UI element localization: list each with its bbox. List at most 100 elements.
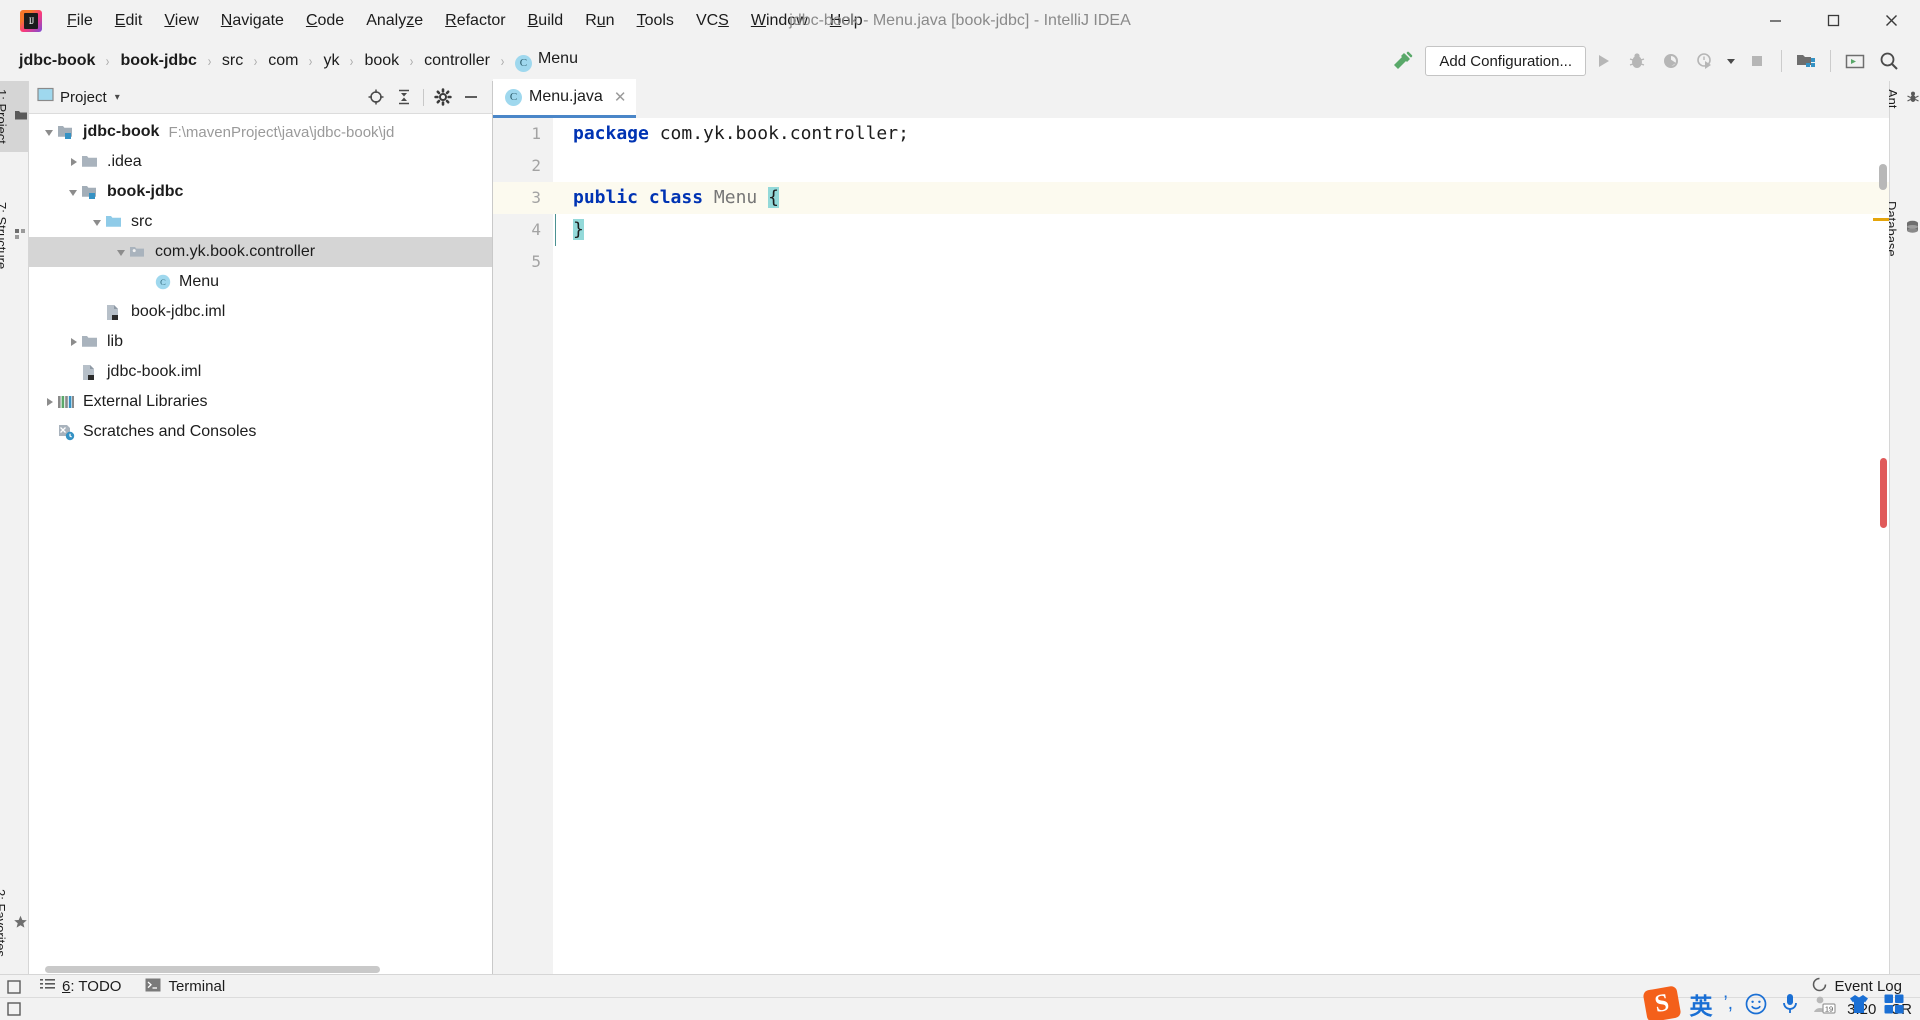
debug-icon[interactable] bbox=[1620, 46, 1654, 76]
tree-toggle-right-icon[interactable] bbox=[67, 335, 81, 349]
tree-item-class-menu[interactable]: C Menu bbox=[29, 267, 492, 297]
bottom-item-todo[interactable]: 6: TODO bbox=[28, 978, 133, 995]
project-panel-actions bbox=[363, 85, 484, 109]
scrollbar-thumb[interactable] bbox=[45, 966, 380, 973]
package-icon bbox=[129, 243, 149, 261]
collapse-all-icon[interactable] bbox=[391, 85, 417, 109]
sidebar-item-ant[interactable]: Ant bbox=[1885, 81, 1920, 117]
chevron-down-icon[interactable]: ▾ bbox=[115, 92, 120, 103]
settings-gear-icon[interactable] bbox=[430, 85, 456, 109]
tab-menu-java[interactable]: C Menu.java ✕ bbox=[493, 79, 637, 118]
intellij-logo-icon: IJ bbox=[18, 8, 44, 34]
breadcrumb-item-jdbc-book[interactable]: jdbc-book bbox=[16, 50, 98, 72]
tree-toggle-down-icon[interactable] bbox=[67, 185, 81, 199]
tree-item-label: book-jdbc.iml bbox=[131, 303, 226, 320]
hide-tool-windows-icon[interactable] bbox=[0, 979, 28, 994]
tree-item-idea-folder[interactable]: .idea bbox=[29, 147, 492, 177]
ime-punctuation-toggle[interactable]: ’, bbox=[1724, 993, 1734, 1015]
menu-view[interactable]: View bbox=[153, 9, 209, 33]
project-structure-icon[interactable] bbox=[1789, 46, 1823, 76]
menu-navigate[interactable]: Navigate bbox=[210, 9, 295, 33]
sogou-logo-icon[interactable]: S bbox=[1641, 985, 1682, 1020]
menu-window[interactable]: Window bbox=[740, 9, 819, 33]
menu-refactor[interactable]: Refactor bbox=[434, 9, 516, 33]
bottom-left-buttons: 6: TODO Terminal bbox=[0, 978, 237, 996]
tree-item-label: src bbox=[131, 213, 153, 230]
menu-file[interactable]: File bbox=[56, 9, 104, 33]
title-bar: IJ File Edit View Navigate Code Analyze Refact… bbox=[0, 0, 1920, 42]
ime-voice-input-icon[interactable] bbox=[1779, 992, 1801, 1016]
profile-dropdown-icon[interactable] bbox=[1722, 46, 1740, 76]
breadcrumb-item-yk[interactable]: yk bbox=[320, 50, 342, 72]
menu-code[interactable]: Code bbox=[295, 9, 355, 33]
sidebar-item-favorites[interactable]: 2: Favorites bbox=[0, 881, 28, 965]
ime-skin-icon[interactable] bbox=[1847, 992, 1871, 1016]
breadcrumb-item-src[interactable]: src bbox=[219, 50, 246, 72]
tree-toggle-down-icon[interactable] bbox=[91, 215, 105, 229]
tree-item-label: Scratches and Consoles bbox=[83, 423, 257, 440]
breadcrumb-item-menu[interactable]: C Menu bbox=[512, 48, 581, 74]
menu-run[interactable]: Run bbox=[574, 9, 625, 33]
code-content[interactable]: package com.yk.book.controller; public c… bbox=[553, 118, 1889, 975]
breadcrumb-item-book-jdbc[interactable]: book-jdbc bbox=[117, 50, 199, 72]
profile-icon[interactable] bbox=[1688, 46, 1722, 76]
tree-item-lib-folder[interactable]: lib bbox=[29, 327, 492, 357]
sidebar-item-structure[interactable]: 7: Structure bbox=[0, 194, 28, 277]
select-opened-file-icon[interactable] bbox=[363, 85, 389, 109]
ime-language-mode[interactable]: 英 bbox=[1690, 987, 1713, 1020]
ime-toolbox-icon[interactable] bbox=[1882, 992, 1906, 1016]
hide-panel-icon[interactable] bbox=[458, 85, 484, 109]
tree-item-book-jdbc-module[interactable]: book-jdbc bbox=[29, 177, 492, 207]
toolbar-separator-2 bbox=[1830, 50, 1831, 72]
project-tree[interactable]: jdbc-book F:\mavenProject\java\jdbc-book\… bbox=[29, 114, 492, 975]
search-everywhere-icon[interactable] bbox=[1872, 46, 1906, 76]
ime-calendar-icon[interactable]: 19 bbox=[1812, 993, 1836, 1015]
bottom-item-terminal[interactable]: Terminal bbox=[133, 978, 237, 996]
sidebar-item-project[interactable]: 1: Project bbox=[0, 81, 28, 152]
ime-emoji-icon[interactable] bbox=[1744, 992, 1768, 1016]
tree-item-external-libraries[interactable]: External Libraries bbox=[29, 387, 492, 417]
run-with-coverage-icon[interactable] bbox=[1654, 46, 1688, 76]
menu-edit[interactable]: Edit bbox=[104, 9, 154, 33]
tree-item-jdbc-book-iml[interactable]: jdbc-book.iml bbox=[29, 357, 492, 387]
breadcrumb-item-book[interactable]: book bbox=[361, 50, 402, 72]
svg-text:C: C bbox=[160, 277, 166, 287]
tree-toggle-down-icon[interactable] bbox=[115, 245, 129, 259]
line-number-1: 1 bbox=[531, 124, 541, 143]
menu-build[interactable]: Build bbox=[517, 9, 575, 33]
tree-item-jdbc-book[interactable]: jdbc-book F:\mavenProject\java\jdbc-book\… bbox=[29, 117, 492, 147]
keyword-public: public bbox=[573, 187, 639, 208]
project-window-icon bbox=[37, 87, 54, 107]
editor-error-stripe-marker[interactable] bbox=[1880, 458, 1887, 528]
breadcrumb-item-controller[interactable]: controller bbox=[421, 50, 493, 72]
close-button[interactable] bbox=[1862, 0, 1920, 41]
tree-item-package-controller[interactable]: com.yk.book.controller bbox=[29, 237, 492, 267]
tree-toggle-down-icon[interactable] bbox=[43, 125, 57, 139]
add-configuration-button[interactable]: Add Configuration... bbox=[1425, 46, 1586, 76]
menu-vcs[interactable]: VCS bbox=[685, 9, 740, 33]
tree-toggle-right-icon[interactable] bbox=[43, 395, 57, 409]
status-hide-icon[interactable] bbox=[0, 1002, 28, 1016]
run-icon[interactable] bbox=[1586, 46, 1620, 76]
project-folder-icon bbox=[14, 109, 28, 124]
menu-analyze[interactable]: Analyze bbox=[355, 9, 434, 33]
code-editor[interactable]: 1 2 3 4 5 package com.yk.book.controller; pu… bbox=[493, 118, 1889, 975]
stop-icon[interactable] bbox=[1740, 46, 1774, 76]
tree-toggle-right-icon[interactable] bbox=[67, 155, 81, 169]
tree-item-book-jdbc-iml[interactable]: book-jdbc.iml bbox=[29, 297, 492, 327]
build-hammer-icon[interactable] bbox=[1385, 46, 1415, 76]
code-line-4: } bbox=[553, 214, 1889, 246]
tree-item-scratches-and-consoles[interactable]: Scratches and Consoles bbox=[29, 417, 492, 447]
editor-scrollbar-thumb[interactable] bbox=[1879, 164, 1887, 190]
menu-tools[interactable]: Tools bbox=[626, 9, 685, 33]
minimize-button[interactable] bbox=[1746, 0, 1804, 41]
project-panel-header: Project ▾ bbox=[29, 81, 492, 114]
maximize-button[interactable] bbox=[1804, 0, 1862, 41]
tree-item-src-folder[interactable]: src bbox=[29, 207, 492, 237]
console-icon[interactable] bbox=[1838, 46, 1872, 76]
sidebar-item-database[interactable]: Database bbox=[1884, 193, 1920, 265]
breadcrumb-item-com[interactable]: com bbox=[265, 50, 301, 72]
menu-help[interactable]: Help bbox=[819, 9, 874, 33]
close-icon[interactable]: ✕ bbox=[614, 88, 627, 106]
